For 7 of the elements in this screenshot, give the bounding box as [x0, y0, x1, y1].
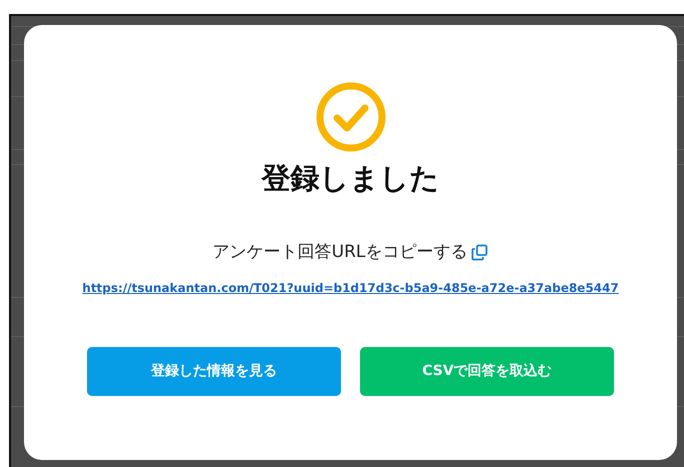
survey-url-link[interactable]: https://tsunakantan.com/T021?uuid=b1d17d3c-b5a9-485e-a72e-a37abe8e5447 [82, 279, 619, 298]
copy-label: アンケート回答URLをコピーする [212, 240, 468, 264]
copy-icon[interactable] [471, 244, 488, 262]
import-csv-button[interactable]: CSVで回答を取込む [360, 347, 614, 396]
dialog-title: 登録しました [262, 161, 440, 196]
view-info-button[interactable]: 登録した情報を見る [87, 347, 341, 396]
check-icon [314, 81, 386, 153]
